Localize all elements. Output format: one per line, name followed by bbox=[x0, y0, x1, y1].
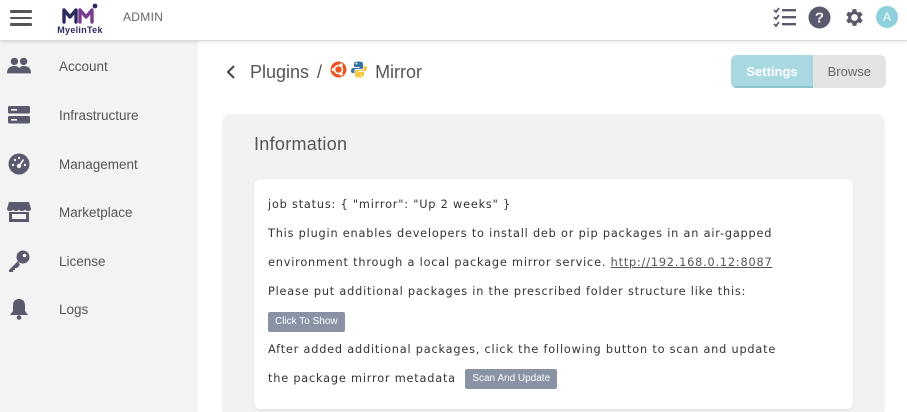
view-tabs: Settings Browse bbox=[731, 55, 886, 88]
sidebar-item-marketplace[interactable]: Marketplace bbox=[0, 192, 198, 232]
card-title: Information bbox=[254, 134, 348, 154]
after-note-line-1: After added additional packages, click t… bbox=[268, 343, 777, 356]
user-avatar[interactable]: A bbox=[875, 5, 899, 29]
sidebar-item-label: Marketplace bbox=[59, 204, 133, 220]
breadcrumb-plugins-link[interactable]: Plugins bbox=[250, 62, 309, 83]
sidebar-item-label: License bbox=[59, 253, 106, 269]
brand-logo[interactable]: MyelinTek bbox=[48, 2, 112, 38]
sidebar-item-label: Management bbox=[59, 156, 138, 172]
breadcrumb-separator: / bbox=[317, 61, 323, 82]
role-label: ADMIN bbox=[123, 10, 164, 24]
scan-and-update-button[interactable]: Scan And Update bbox=[465, 369, 558, 389]
folder-note: Please put additional packages in the pr… bbox=[268, 285, 747, 298]
mirror-url-link[interactable]: http://192.168.0.12:8087 bbox=[611, 256, 773, 269]
sidebar-item-logs[interactable]: Logs bbox=[0, 289, 198, 329]
dashboard-gauge-icon bbox=[7, 152, 31, 176]
description-text: environment through a local package mirr… bbox=[268, 256, 607, 269]
store-icon bbox=[7, 200, 31, 224]
server-icon bbox=[7, 103, 31, 127]
settings-gear-icon[interactable] bbox=[841, 5, 865, 29]
sidebar-item-account[interactable]: Account bbox=[0, 46, 198, 86]
description-line-2: environment through a local package mirr… bbox=[268, 256, 772, 269]
breadcrumb-current: Mirror bbox=[375, 61, 423, 82]
after-note-text: the package mirror metadata bbox=[268, 372, 456, 385]
description-line-1: This plugin enables developers to instal… bbox=[268, 227, 773, 240]
information-panel: job status: { "mirror": "Up 2 weeks" } T… bbox=[254, 179, 853, 409]
avatar-initial: A bbox=[876, 6, 898, 28]
top-bar: MyelinTek ADMIN ? A bbox=[0, 0, 907, 41]
sidebar-item-infrastructure[interactable]: Infrastructure bbox=[0, 95, 198, 135]
checklist-icon[interactable] bbox=[773, 5, 797, 29]
main-content: Plugins / Mirror Settings Browse Informa… bbox=[198, 41, 907, 412]
show-row: Click To Show bbox=[268, 312, 345, 332]
information-card: Information job status: { "mirror": "Up … bbox=[224, 115, 883, 412]
breadcrumb: Plugins / Mirror bbox=[226, 61, 422, 83]
hamburger-menu-icon[interactable] bbox=[10, 7, 32, 27]
help-icon[interactable]: ? bbox=[807, 5, 831, 29]
tab-browse[interactable]: Browse bbox=[813, 55, 886, 88]
svg-text:?: ? bbox=[814, 9, 823, 26]
tab-settings[interactable]: Settings bbox=[731, 55, 813, 88]
brand-name: MyelinTek bbox=[57, 25, 103, 35]
back-chevron-icon[interactable] bbox=[226, 61, 240, 83]
sidebar-item-label: Logs bbox=[59, 301, 89, 317]
sidebar-item-label: Account bbox=[59, 58, 108, 74]
sidebar-item-label: Infrastructure bbox=[59, 107, 139, 123]
key-icon bbox=[7, 249, 31, 273]
job-status: job status: { "mirror": "Up 2 weeks" } bbox=[268, 198, 511, 211]
python-icon bbox=[351, 61, 368, 83]
users-icon bbox=[7, 54, 31, 78]
click-to-show-button[interactable]: Click To Show bbox=[268, 312, 345, 332]
bell-icon bbox=[7, 297, 31, 321]
after-note-line-2: the package mirror metadata Scan And Upd… bbox=[268, 369, 558, 389]
sidebar-item-management[interactable]: Management bbox=[0, 144, 198, 184]
sidebar-item-license[interactable]: License bbox=[0, 241, 198, 281]
sidebar: Account Infrastructure Management Market… bbox=[0, 41, 198, 412]
ubuntu-icon bbox=[330, 61, 347, 83]
